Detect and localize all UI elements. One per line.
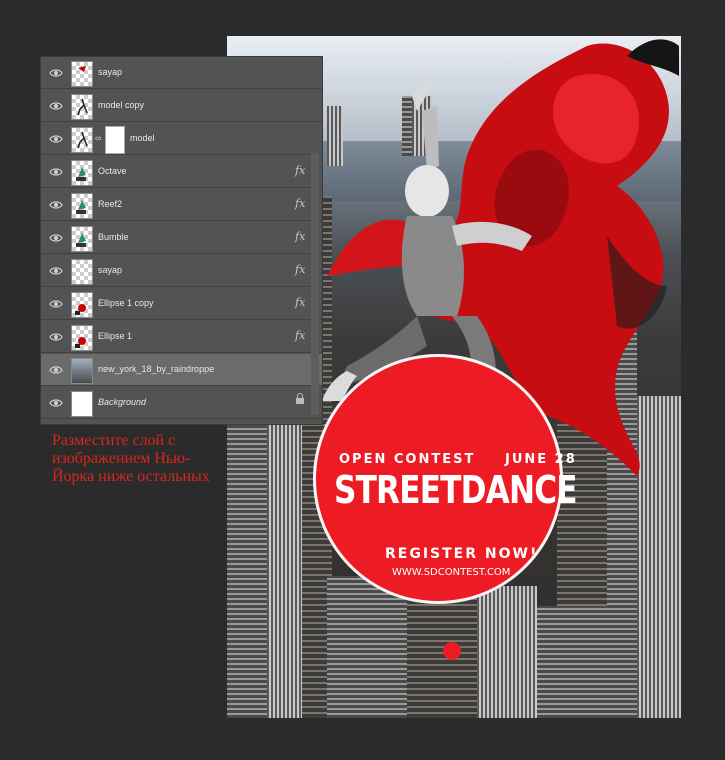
- layer-row[interactable]: Ellipse 1 copyfx⌄: [41, 288, 322, 320]
- red-dot: [443, 642, 461, 660]
- fx-effects-icon[interactable]: fx: [295, 164, 305, 177]
- open-contest-text: OPEN CONTEST: [339, 452, 476, 467]
- layer-row[interactable]: Bumblefx⌄: [41, 222, 322, 254]
- layer-name[interactable]: model: [130, 133, 155, 143]
- layer-name[interactable]: Octave: [98, 166, 127, 176]
- layer-name[interactable]: Bumble: [98, 232, 129, 242]
- transparent-icon[interactable]: [71, 259, 93, 285]
- layer-name[interactable]: sayap: [98, 265, 122, 275]
- layer-row[interactable]: new_york_18_by_raindroppe: [41, 354, 322, 386]
- layer-row[interactable]: Background: [41, 387, 322, 419]
- lock-icon[interactable]: [296, 393, 304, 404]
- mask-link-icon[interactable]: ∞: [95, 133, 101, 143]
- layer-row[interactable]: sayap: [41, 57, 322, 89]
- layer-row[interactable]: Octavefx⌄: [41, 156, 322, 188]
- city-photo-icon[interactable]: [71, 358, 93, 384]
- layer-row[interactable]: sayapfx⌄: [41, 255, 322, 287]
- eye-visibility-icon[interactable]: [49, 99, 63, 113]
- layer-row[interactable]: ∞ model: [41, 123, 322, 155]
- eye-visibility-icon[interactable]: [49, 165, 63, 179]
- eye-visibility-icon[interactable]: [49, 231, 63, 245]
- eye-visibility-icon[interactable]: [49, 132, 63, 146]
- layer-name[interactable]: model copy: [98, 100, 144, 110]
- shape-icon[interactable]: [71, 292, 93, 318]
- layer-mask-thumbnail[interactable]: [105, 126, 125, 154]
- layers-scrollbar[interactable]: [311, 153, 319, 415]
- instruction-caption: Разместите слой с изображением Нью-Йорка…: [52, 432, 210, 485]
- graphic-icon[interactable]: [71, 226, 93, 252]
- layer-name[interactable]: Reef2: [98, 199, 122, 209]
- white-fill-icon[interactable]: [71, 391, 93, 417]
- dancer-icon[interactable]: [71, 127, 93, 153]
- dancer-icon[interactable]: [71, 94, 93, 120]
- eye-visibility-icon[interactable]: [49, 66, 63, 80]
- layer-row[interactable]: model copy: [41, 90, 322, 122]
- layer-name[interactable]: Background: [98, 397, 146, 407]
- layers-panel: sayapmodel copy∞modelOctavefx⌄Reef2fx⌄Bu…: [40, 56, 323, 425]
- layer-row[interactable]: Ellipse 1fx⌄: [41, 321, 322, 353]
- fx-effects-icon[interactable]: fx: [295, 197, 305, 210]
- fx-effects-icon[interactable]: fx: [295, 230, 305, 243]
- fx-effects-icon[interactable]: fx: [295, 296, 305, 309]
- eye-visibility-icon[interactable]: [49, 330, 63, 344]
- building: [327, 576, 407, 718]
- layer-name[interactable]: Ellipse 1: [98, 331, 132, 341]
- graphic-icon[interactable]: [71, 160, 93, 186]
- layer-name[interactable]: new_york_18_by_raindroppe: [98, 364, 214, 374]
- building: [407, 596, 477, 718]
- headline-text: STREETDANCE: [334, 468, 578, 512]
- eye-visibility-icon[interactable]: [49, 264, 63, 278]
- register-text: REGISTER NOW!: [385, 546, 539, 562]
- eye-visibility-icon[interactable]: [49, 198, 63, 212]
- shape-icon[interactable]: [71, 325, 93, 351]
- fx-effects-icon[interactable]: fx: [295, 263, 305, 276]
- layer-name[interactable]: sayap: [98, 67, 122, 77]
- building: [477, 586, 537, 718]
- eye-visibility-icon[interactable]: [49, 396, 63, 410]
- layer-name[interactable]: Ellipse 1 copy: [98, 298, 154, 308]
- fx-effects-icon[interactable]: fx: [295, 329, 305, 342]
- layer-row[interactable]: Reef2fx⌄: [41, 189, 322, 221]
- eye-visibility-icon[interactable]: [49, 363, 63, 377]
- date-text: JUNE 28: [505, 452, 577, 467]
- building: [537, 606, 607, 718]
- red-splash-icon[interactable]: [71, 61, 93, 87]
- website-text: WWW.SDCONTEST.COM: [392, 567, 511, 578]
- graphic-icon[interactable]: [71, 193, 93, 219]
- eye-visibility-icon[interactable]: [49, 297, 63, 311]
